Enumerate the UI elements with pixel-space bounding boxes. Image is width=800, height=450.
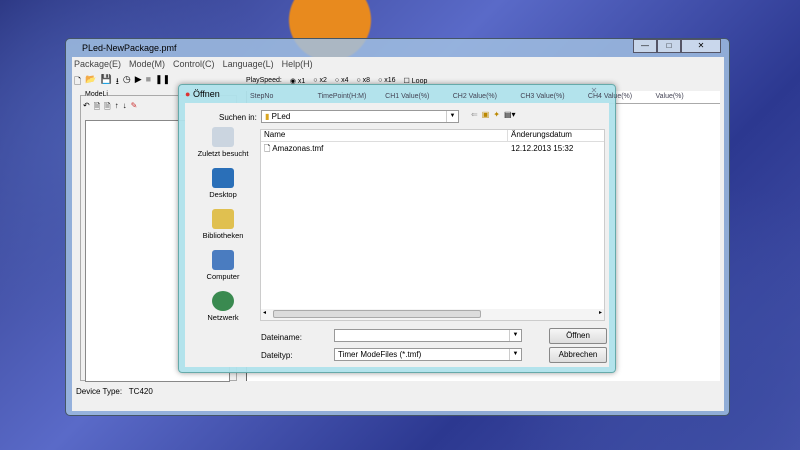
place-libraries[interactable]: Bibliotheken [189,209,257,240]
open-icon[interactable]: 📂 [85,74,96,90]
undo-icon[interactable]: ↶ [83,101,90,115]
minimize-button[interactable]: — [633,39,657,53]
download-icon[interactable]: ⭳ [116,74,119,90]
close-button[interactable]: ✕ [681,39,721,53]
open-dialog: ● Öffnen ✕ Suchen in: ▮ PLed ▼ ⇐ ▣ ✦ ▤▾ Zule… [178,84,616,373]
place-desktop[interactable]: Desktop [189,168,257,199]
file-row[interactable]: 🗋 Amazonas.tmf 12.12.2013 15:32 [261,142,604,156]
mode-list-tools: ↶ 🗎 🗎 ↑ ↓ ✎ [83,101,137,115]
col-header: CH3 Value(%) [520,93,565,100]
device-value: TC420 [128,387,153,396]
col-header: Value(%) [655,93,684,100]
new-folder-icon[interactable]: ✦ [493,110,500,119]
places-bar: Zuletzt besucht Desktop Bibliotheken Com… [189,127,257,332]
play-icon[interactable]: ▶ [135,74,142,90]
filename-input[interactable]: ▼ [334,329,522,342]
place-network[interactable]: Netzwerk [189,291,257,322]
open-button[interactable]: Öffnen [549,328,607,344]
back-icon[interactable]: ⇐ [471,110,478,119]
menu-package[interactable]: Package(E) [74,59,121,69]
save-icon[interactable]: 💾 [100,74,111,90]
place-computer[interactable]: Computer [189,250,257,281]
cancel-button[interactable]: Abbrechen [549,347,607,363]
dialog-body: Suchen in: ▮ PLed ▼ ⇐ ▣ ✦ ▤▾ Zuletzt besucht… [185,103,609,367]
col-header: CH4 Value(%) [587,93,633,100]
col-date[interactable]: Änderungsdatum [508,130,572,141]
horizontal-scrollbar[interactable]: ◂ ▸ [261,309,604,320]
window-title: PLed-NewPackage.pmf [82,43,177,53]
col-header: StepNo [250,93,274,100]
file-date: 12.12.2013 15:32 [511,144,574,153]
menu-mode[interactable]: Mode(M) [129,59,165,69]
filetype-label: Dateityp: [261,351,293,360]
delete-icon[interactable]: ✎ [131,101,138,115]
col-header: TimePoint(H:M) [317,93,367,100]
look-in-label: Suchen in: [219,113,257,122]
file-list[interactable]: Name Änderungsdatum 🗋 Amazonas.tmf 12.12… [260,129,605,321]
filename-label: Dateiname: [261,333,302,342]
file-name: 🗋 Amazonas.tmf [264,144,324,153]
export-icon[interactable]: 🗎 [104,101,110,115]
maximize-button[interactable]: □ [657,39,681,53]
menu-help[interactable]: Help(H) [282,59,313,69]
up-arrow-icon[interactable]: ↑ [115,101,119,115]
dialog-title: ● Öffnen [185,89,220,99]
mode-list-label: ModeLi [85,91,108,98]
col-header: CH2 Value(%) [452,93,497,100]
pause-icon[interactable]: ❚❚ [155,74,170,90]
down-arrow-icon[interactable]: ↓ [123,101,127,115]
stop-icon[interactable]: ■ [146,74,151,90]
view-menu-icon[interactable]: ▤▾ [504,110,516,119]
grid-header: StepNo TimePoint(H:M) CH1 Value(%) CH2 V… [247,91,720,103]
col-header: CH1 Value(%) [385,93,430,100]
col-name[interactable]: Name [261,130,508,141]
menu-language[interactable]: Language(L) [223,59,274,69]
up-folder-icon[interactable]: ▣ [482,110,490,119]
menu-bar: Package(E) Mode(M) Control(C) Language(L… [74,59,313,69]
toolbar: 🗋 📂 💾 ⭳ ◷ ▶ ■ ❚❚ [74,74,170,90]
new-icon[interactable]: 🗋 [74,74,81,90]
device-type: Device Type: TC420 [76,387,153,396]
look-in-select[interactable]: ▮ PLed ▼ [261,110,459,123]
clock-icon[interactable]: ◷ [123,74,131,90]
filetype-select[interactable]: Timer ModeFiles (*.tmf) ▼ [334,348,522,361]
device-label: Device Type: [76,387,123,396]
add-file-icon[interactable]: 🗎 [94,101,100,115]
menu-control[interactable]: Control(C) [173,59,215,69]
place-recent[interactable]: Zuletzt besucht [189,127,257,158]
